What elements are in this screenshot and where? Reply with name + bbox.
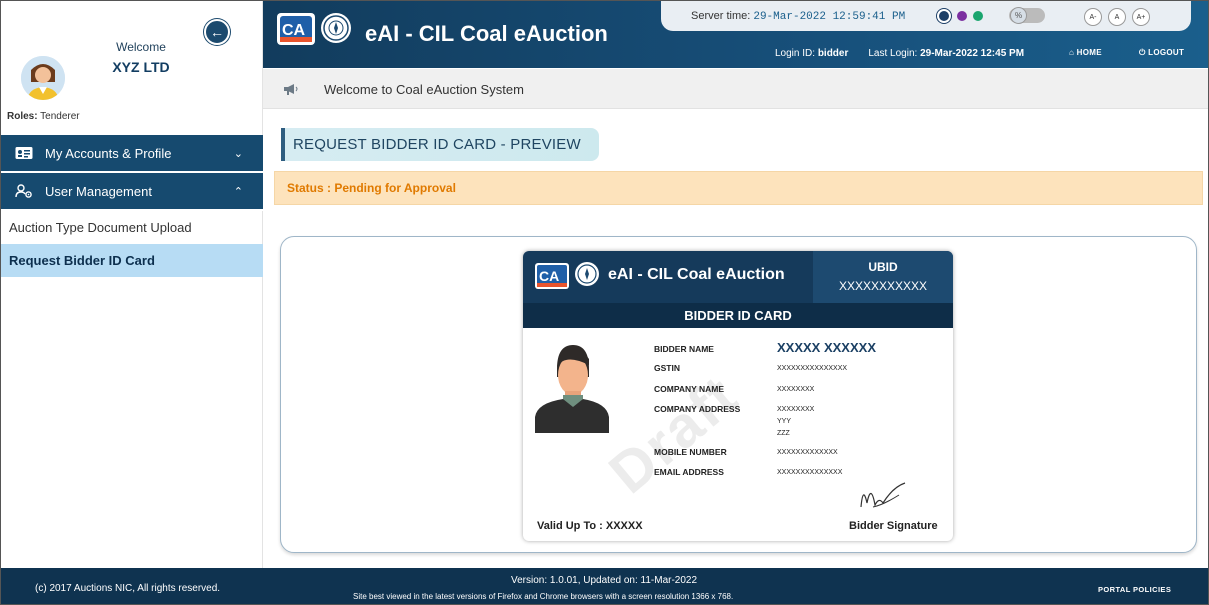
login-id-label: Login ID: [775, 48, 816, 59]
card-header: CA eAI - CIL Coal eAuction UBID XXXXXXXX… [523, 251, 953, 303]
id-card-icon [15, 147, 33, 159]
signature-image [860, 482, 906, 508]
ubid-value: XXXXXXXXXXX [838, 279, 928, 293]
sidebar-item-label: Request Bidder ID Card [9, 253, 155, 268]
user-avatar-icon [21, 56, 65, 100]
field-label: MOBILE NUMBER [654, 447, 727, 457]
logout-label: LOGOUT [1148, 48, 1185, 57]
notice-text: Welcome to Coal eAuction System [324, 82, 524, 97]
ca-logo-icon: CA [280, 16, 312, 42]
field-label: COMPANY ADDRESS [654, 404, 741, 414]
menu-user-management[interactable]: User Management ⌃ [1, 173, 263, 211]
footer: (c) 2017 Auctions NIC, All rights reserv… [1, 568, 1208, 604]
coal-india-seal [321, 13, 351, 43]
sidebar: ← Welcome XYZ LTD Roles: Tenderer My Acc… [1, 1, 263, 568]
login-info: Login ID: bidder Last Login: 29-Mar-2022… [775, 48, 1024, 59]
chevron-down-icon: ⌄ [233, 148, 243, 160]
server-time-label: Server time: [691, 10, 751, 22]
top-header: CA eAI - CIL Coal eAuction Server time: … [263, 1, 1208, 68]
field-value-company-name: XXXXXXXX [777, 386, 815, 393]
font-reset-button[interactable]: A [1108, 8, 1126, 26]
sidebar-profile: ← Welcome XYZ LTD Roles: Tenderer [1, 1, 263, 128]
field-label: COMPANY NAME [654, 384, 725, 394]
copyright-text: (c) 2017 Auctions NIC, All rights reserv… [35, 583, 221, 594]
svg-text:CA: CA [282, 22, 306, 39]
avatar [21, 56, 65, 100]
notice-bar: Welcome to Coal eAuction System [263, 69, 1208, 109]
field-value-mobile: XXXXXXXXXXXXX [777, 449, 838, 456]
app-logo: CA [277, 13, 315, 45]
home-icon: ⌂ [1069, 48, 1075, 57]
theme-green-button[interactable] [973, 11, 983, 21]
card-band: BIDDER ID CARD [523, 303, 953, 328]
field-value-gstin: XXXXXXXXXXXXXXX [777, 365, 848, 372]
card-logo: CA [535, 263, 569, 289]
app-title: eAI - CIL Coal eAuction [365, 21, 608, 46]
chevron-up-icon: ⌃ [233, 186, 243, 198]
version-text: Version: 1.0.01, Updated on: 11-Mar-2022 [511, 575, 698, 586]
ca-logo-icon: CA [537, 265, 567, 287]
roles-label: Roles: [7, 111, 38, 122]
menu-my-accounts[interactable]: My Accounts & Profile ⌄ [1, 135, 263, 173]
sidebar-item-label: Auction Type Document Upload [9, 220, 192, 235]
field-value-bidder-name: XXXXX XXXXXX [777, 340, 876, 355]
svg-text:CA: CA [539, 268, 559, 284]
signature-label: Bidder Signature [849, 520, 938, 532]
server-time-value: 29-Mar-2022 12:59:41 PM [753, 11, 906, 23]
last-login-label: Last Login: [868, 48, 918, 59]
field-value-email: XXXXXXXXXXXXXX [777, 469, 843, 476]
field-label: BIDDER NAME [654, 344, 714, 354]
logout-link[interactable]: ⏻ LOGOUT [1139, 48, 1184, 58]
home-link[interactable]: ⌂ HOME [1069, 48, 1102, 57]
field-value-company-address: XXXXXXXX [777, 406, 815, 413]
valid-up-to: Valid Up To : XXXXX [537, 520, 643, 532]
card-title: eAI - CIL Coal eAuction [608, 266, 785, 283]
last-login-value: 29-Mar-2022 12:45 PM [920, 48, 1025, 59]
header-utility-bar: Server time: 29-Mar-2022 12:59:41 PM % A… [661, 1, 1191, 31]
company-name: XYZ LTD [112, 59, 170, 75]
arrow-left-icon: ← [210, 24, 224, 40]
bidder-photo-icon [535, 345, 609, 433]
sidebar-item-request-bidder-id[interactable]: Request Bidder ID Card [1, 244, 263, 277]
menu-user-management-label: User Management [45, 183, 152, 199]
ubid-label: UBID [868, 260, 898, 274]
login-id-value: bidder [817, 48, 849, 59]
emblem-icon [577, 264, 597, 284]
power-icon: ⏻ [1139, 48, 1146, 57]
best-viewed-text: Site best viewed in the latest versions … [353, 592, 734, 601]
ubid-box: UBID XXXXXXXXXXX [813, 251, 953, 303]
server-time: Server time: 29-Mar-2022 12:59:41 PM [691, 10, 905, 23]
home-label: HOME [1076, 48, 1102, 57]
font-decrease-button[interactable]: A- [1084, 8, 1102, 26]
font-increase-button[interactable]: A+ [1132, 8, 1150, 26]
collapse-sidebar-button[interactable]: ← [204, 19, 230, 45]
page-title: REQUEST BIDDER ID CARD - PREVIEW [281, 128, 599, 161]
theme-switcher [937, 9, 983, 23]
address-line-2: YYY [777, 418, 792, 425]
card-seal [575, 262, 599, 286]
theme-blue-button[interactable] [937, 9, 951, 23]
portal-policies-link[interactable]: PORTAL POLICIES [1098, 585, 1171, 594]
megaphone-icon [284, 84, 298, 95]
field-label: GSTIN [654, 363, 680, 373]
theme-purple-button[interactable] [957, 11, 967, 21]
bidder-id-card: CA eAI - CIL Coal eAuction UBID XXXXXXXX… [523, 251, 953, 541]
welcome-label: Welcome [116, 40, 166, 54]
user-settings-icon [15, 184, 32, 198]
field-label: EMAIL ADDRESS [654, 467, 724, 477]
contrast-icon: % [1010, 7, 1027, 24]
contrast-toggle[interactable]: % [1009, 7, 1045, 24]
roles-row: Roles: Tenderer [7, 111, 80, 122]
status-banner: Status : Pending for Approval [274, 171, 1203, 205]
sidebar-item-auction-doc-upload[interactable]: Auction Type Document Upload [1, 211, 263, 244]
emblem-icon [323, 15, 349, 41]
app-window: ← Welcome XYZ LTD Roles: Tenderer My Acc… [0, 0, 1209, 605]
menu-my-accounts-label: My Accounts & Profile [45, 145, 172, 161]
roles-value: Tenderer [40, 111, 80, 122]
font-size-controls: A- A A+ [1084, 8, 1150, 26]
card-band-label: BIDDER ID CARD [684, 308, 792, 323]
sidebar-menu: My Accounts & Profile ⌄ User Management … [1, 135, 263, 277]
address-line-3: ZZZ [777, 430, 790, 437]
